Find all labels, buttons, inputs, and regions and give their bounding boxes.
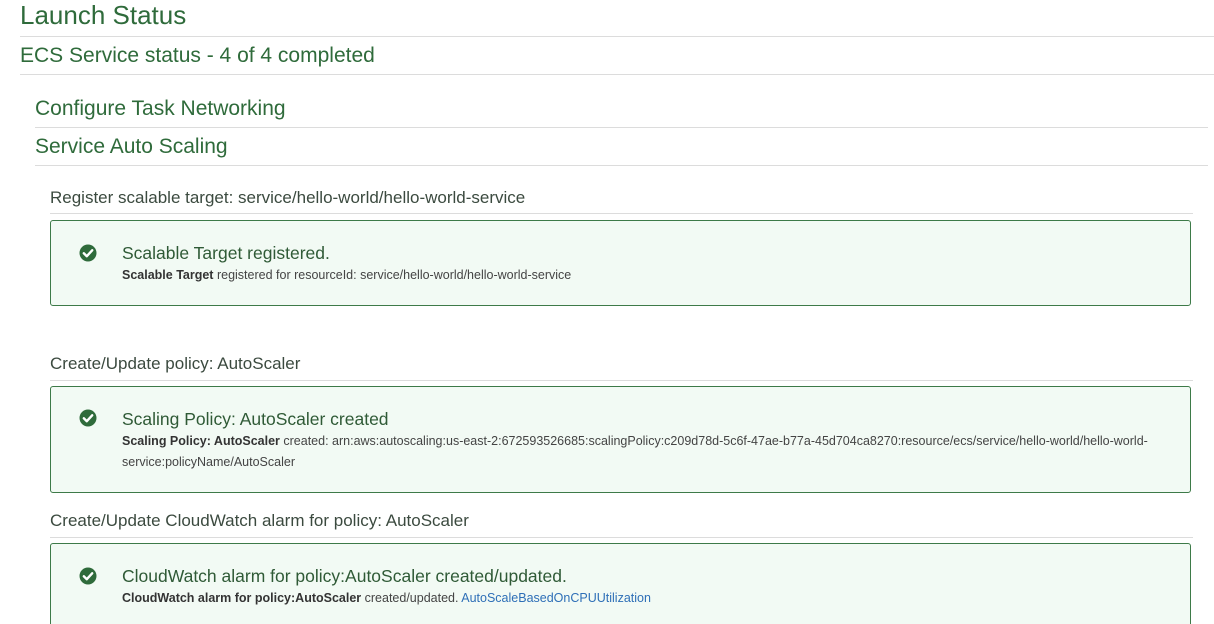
divider [20,74,1214,75]
page-title: Launch Status [20,0,187,30]
service-auto-scaling-heading: Service Auto Scaling [35,135,228,158]
divider [50,380,1193,381]
check-circle-icon [79,567,97,585]
create-update-policy-heading: Create/Update policy: AutoScaler [50,354,301,373]
divider [35,127,1208,128]
success-alert-scalable-target: Scalable Target registered. Scalable Tar… [50,220,1191,306]
configure-task-networking-heading: Configure Task Networking [35,97,286,120]
divider [20,36,1214,37]
check-circle-icon [79,244,97,262]
divider [50,537,1193,538]
alert-detail-bold: Scaling Policy: AutoScaler [122,434,280,448]
alert-detail-text: created/updated. [361,591,462,605]
register-scalable-target-heading: Register scalable target: service/hello-… [50,188,526,207]
alert-detail: Scaling Policy: AutoScaler created: arn:… [122,431,1172,473]
launch-status-page: Launch Status ECS Service status - 4 of … [0,0,1214,624]
alert-detail-bold: Scalable Target [122,268,214,282]
divider [50,213,1193,214]
divider [35,165,1208,166]
alert-title: CloudWatch alarm for policy:AutoScaler c… [122,566,567,586]
success-alert-scaling-policy: Scaling Policy: AutoScaler created Scali… [50,386,1191,493]
cloudwatch-alarm-link[interactable]: AutoScaleBasedOnCPUUtilization [461,591,651,605]
success-alert-cloudwatch-alarm: CloudWatch alarm for policy:AutoScaler c… [50,543,1191,624]
ecs-service-status-heading: ECS Service status - 4 of 4 completed [20,44,375,67]
alert-detail-bold: CloudWatch alarm for policy:AutoScaler [122,591,362,605]
create-update-cloudwatch-alarm-heading: Create/Update CloudWatch alarm for polic… [50,511,469,530]
check-circle-icon [79,409,97,427]
alert-detail: Scalable Target registered for resourceI… [122,265,1172,286]
alert-title: Scalable Target registered. [122,243,330,263]
alert-title: Scaling Policy: AutoScaler created [122,409,389,429]
alert-detail-text: registered for resourceId: service/hello… [213,268,572,282]
alert-detail: CloudWatch alarm for policy:AutoScaler c… [122,588,1172,609]
